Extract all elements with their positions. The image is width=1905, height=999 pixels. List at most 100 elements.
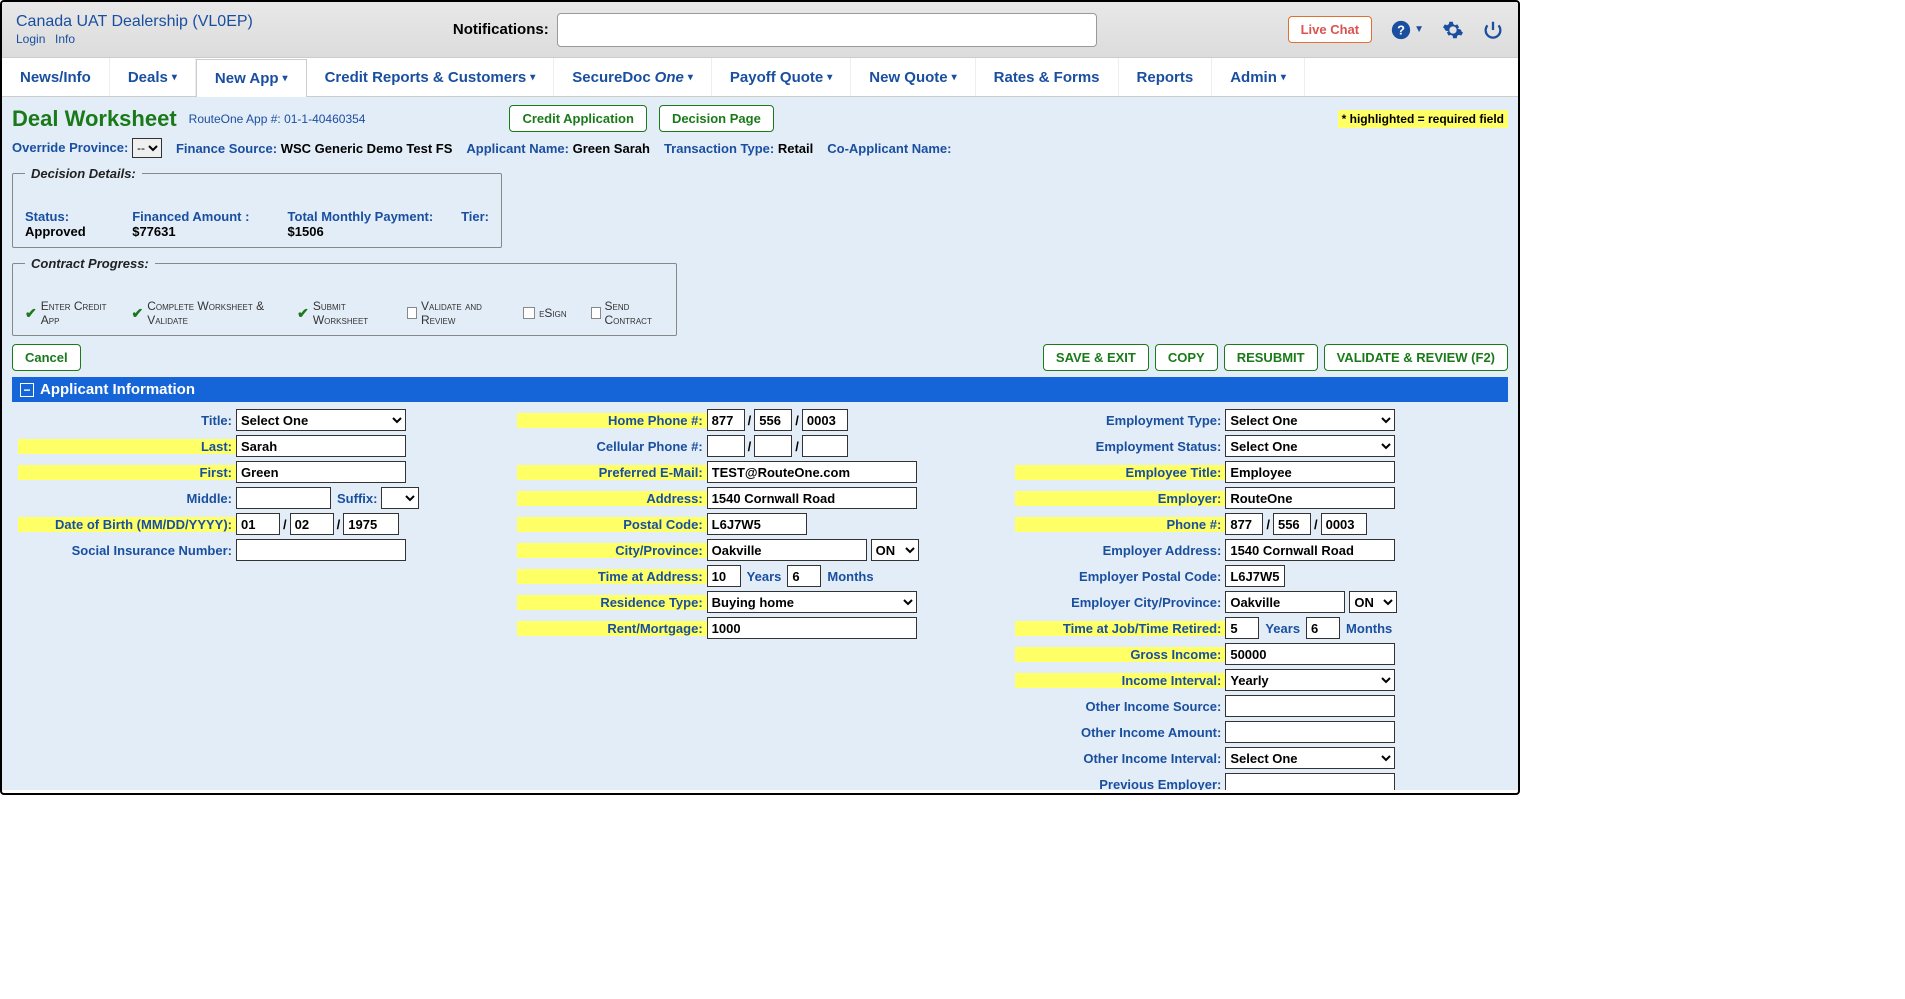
tab-admin[interactable]: Admin▾ <box>1212 58 1305 96</box>
gross-income-input[interactable] <box>1225 643 1395 665</box>
employer-input[interactable] <box>1225 487 1395 509</box>
emp-title-input[interactable] <box>1225 461 1395 483</box>
residence-type-select[interactable]: Buying home <box>707 591 917 613</box>
label-postal: Postal Code: <box>517 517 707 532</box>
info-link[interactable]: Info <box>55 32 75 46</box>
decision-legend: Decision Details: <box>25 166 142 181</box>
progress-send-contract: Send Contract <box>591 299 664 327</box>
tab-news-info[interactable]: News/Info <box>2 58 110 96</box>
summary-row: Override Province: -- Finance Source: WS… <box>12 138 1508 158</box>
income-interval-select[interactable]: Yearly <box>1225 669 1395 691</box>
login-link[interactable]: Login <box>16 32 45 46</box>
last-name-input[interactable] <box>236 435 406 457</box>
caret-down-icon: ▾ <box>827 72 832 83</box>
home-phone-3[interactable] <box>802 409 848 431</box>
label-employer: Employer: <box>1015 491 1225 506</box>
decision-page-button[interactable]: Decision Page <box>659 105 774 132</box>
email-input[interactable] <box>707 461 917 483</box>
time-addr-months[interactable] <box>787 565 821 587</box>
tab-securedoc[interactable]: SecureDocOne▾ <box>554 58 712 96</box>
label-other-int: Other Income Interval: <box>1015 751 1225 766</box>
check-icon: ✔ <box>131 305 143 322</box>
validate-review-button[interactable]: VALIDATE & REVIEW (F2) <box>1324 344 1508 371</box>
tab-rates-forms[interactable]: Rates & Forms <box>976 58 1119 96</box>
suffix-select[interactable] <box>381 487 419 509</box>
collapse-icon: − <box>20 383 34 397</box>
address-input[interactable] <box>707 487 917 509</box>
notifications-input[interactable] <box>557 13 1097 47</box>
label-first: First: <box>18 465 236 480</box>
label-emp-type: Employment Type: <box>1015 413 1225 428</box>
caret-down-icon: ▼ <box>1414 24 1424 35</box>
city-input[interactable] <box>707 539 867 561</box>
caret-down-icon: ▾ <box>283 73 288 84</box>
label-last: Last: <box>18 439 236 454</box>
other-amt-input[interactable] <box>1225 721 1395 743</box>
dob-month-input[interactable] <box>236 513 280 535</box>
caret-down-icon: ▾ <box>530 72 535 83</box>
power-icon[interactable] <box>1482 19 1504 41</box>
postal-input[interactable] <box>707 513 807 535</box>
live-chat-button[interactable]: Live Chat <box>1288 16 1373 43</box>
label-time-job: Time at Job/Time Retired: <box>1015 621 1225 636</box>
decision-details-box: Decision Details: Status: Approved Finan… <box>12 166 502 248</box>
notifications-label: Notifications: <box>453 21 549 38</box>
emp-prov-select[interactable]: ON <box>1349 591 1397 613</box>
rent-input[interactable] <box>707 617 917 639</box>
tab-credit-reports[interactable]: Credit Reports & Customers▾ <box>307 58 555 96</box>
time-job-months[interactable] <box>1306 617 1340 639</box>
emp-addr-input[interactable] <box>1225 539 1395 561</box>
dob-day-input[interactable] <box>290 513 334 535</box>
emp-phone-2[interactable] <box>1273 513 1311 535</box>
tab-deals[interactable]: Deals▾ <box>110 58 196 96</box>
label-prev-emp: Previous Employer: <box>1015 777 1225 791</box>
emp-phone-3[interactable] <box>1321 513 1367 535</box>
help-menu[interactable]: ? ▼ <box>1390 19 1424 41</box>
progress-enter-credit-app: ✔Enter Credit App <box>25 299 107 327</box>
emp-type-select[interactable]: Select One <box>1225 409 1395 431</box>
override-province-select[interactable]: -- <box>132 138 162 158</box>
tab-new-quote[interactable]: New Quote▾ <box>851 58 975 96</box>
sin-input[interactable] <box>236 539 406 561</box>
label-emp-postal: Employer Postal Code: <box>1015 569 1225 584</box>
dealer-block: Canada UAT Dealership (VL0EP) Login Info <box>16 13 253 46</box>
label-emp-phone: Phone #: <box>1015 517 1225 532</box>
title-select[interactable]: Select One <box>236 409 406 431</box>
middle-input[interactable] <box>236 487 331 509</box>
tab-payoff-quote[interactable]: Payoff Quote▾ <box>712 58 851 96</box>
tab-new-app[interactable]: New App▾ <box>196 59 307 97</box>
gear-icon[interactable] <box>1442 19 1464 41</box>
section-applicant-header[interactable]: − Applicant Information <box>12 377 1508 402</box>
label-home-phone: Home Phone #: <box>517 413 707 428</box>
first-name-input[interactable] <box>236 461 406 483</box>
home-phone-1[interactable] <box>707 409 745 431</box>
caret-down-icon: ▾ <box>952 72 957 83</box>
cell-phone-2[interactable] <box>754 435 792 457</box>
tab-reports[interactable]: Reports <box>1119 58 1213 96</box>
emp-phone-1[interactable] <box>1225 513 1263 535</box>
emp-city-input[interactable] <box>1225 591 1345 613</box>
resubmit-button[interactable]: RESUBMIT <box>1224 344 1318 371</box>
province-select[interactable]: ON <box>871 539 919 561</box>
label-suffix: Suffix: <box>331 491 381 506</box>
label-interval: Income Interval: <box>1015 673 1225 688</box>
contract-progress-box: Contract Progress: ✔Enter Credit App ✔Co… <box>12 256 677 336</box>
cell-phone-1[interactable] <box>707 435 745 457</box>
other-int-select[interactable]: Select One <box>1225 747 1395 769</box>
emp-status-select[interactable]: Select One <box>1225 435 1395 457</box>
save-exit-button[interactable]: SAVE & EXIT <box>1043 344 1149 371</box>
cancel-button[interactable]: Cancel <box>12 344 81 371</box>
credit-application-button[interactable]: Credit Application <box>509 105 646 132</box>
copy-button[interactable]: COPY <box>1155 344 1218 371</box>
home-phone-2[interactable] <box>754 409 792 431</box>
cell-phone-3[interactable] <box>802 435 848 457</box>
label-address: Address: <box>517 491 707 506</box>
other-src-input[interactable] <box>1225 695 1395 717</box>
time-job-years[interactable] <box>1225 617 1259 639</box>
label-email: Preferred E-Mail: <box>517 465 707 480</box>
time-addr-years[interactable] <box>707 565 741 587</box>
dob-year-input[interactable] <box>343 513 399 535</box>
required-note: * highlighted = required field <box>1338 110 1508 128</box>
prev-emp-input[interactable] <box>1225 773 1395 790</box>
emp-postal-input[interactable] <box>1225 565 1285 587</box>
